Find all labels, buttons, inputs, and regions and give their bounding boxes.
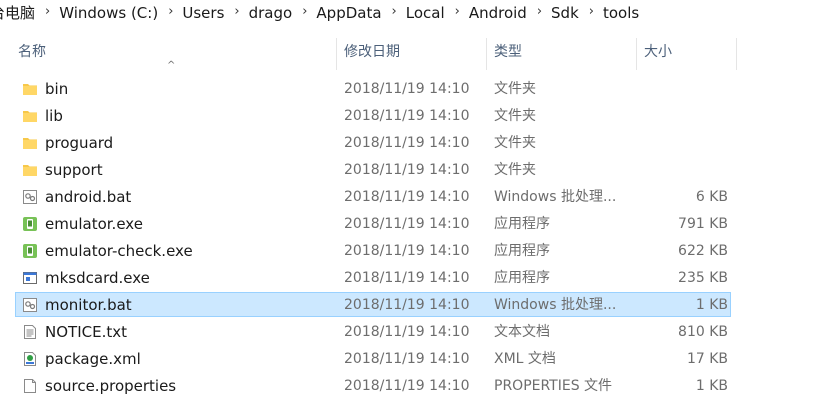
file-date: 2018/11/19 14:10 [344, 378, 470, 394]
chevron-right-icon[interactable]: › [234, 4, 239, 19]
file-date: 2018/11/19 14:10 [344, 162, 470, 178]
file-date: 2018/11/19 14:10 [344, 351, 470, 367]
breadcrumb-android[interactable]: Android [469, 4, 527, 22]
file-date: 2018/11/19 14:10 [344, 81, 470, 97]
text-file-icon [22, 324, 38, 340]
file-type: Windows 批处理... [494, 189, 617, 205]
file-name: proguard [45, 134, 114, 152]
breadcrumb-users[interactable]: Users [182, 4, 224, 22]
file-date: 2018/11/19 14:10 [344, 243, 470, 259]
file-type: 文件夹 [494, 81, 536, 97]
file-size: 6 KB [695, 189, 728, 205]
android-exe-icon [22, 243, 38, 259]
file-name: emulator.exe [45, 215, 143, 233]
batch-file-icon [22, 297, 38, 313]
chevron-right-icon[interactable]: › [589, 4, 594, 19]
file-size: 235 KB [678, 270, 728, 286]
breadcrumb-tools[interactable]: tools [603, 4, 639, 22]
file-type: PROPERTIES 文件 [494, 378, 613, 394]
chevron-right-icon[interactable]: › [455, 4, 460, 19]
file-date: 2018/11/19 14:10 [344, 135, 470, 151]
file-row[interactable]: android.bat 2018/11/19 14:10 Windows 批处理..… [15, 184, 731, 209]
column-header-name[interactable]: 名称 [18, 30, 46, 70]
folder-icon [22, 81, 38, 97]
blank-file-icon [22, 378, 38, 394]
breadcrumb-c-drive[interactable]: Windows (C:) [59, 4, 158, 22]
column-divider[interactable] [736, 38, 737, 70]
chevron-right-icon[interactable]: › [392, 4, 397, 19]
file-name: emulator-check.exe [45, 242, 193, 260]
file-row[interactable]: bin 2018/11/19 14:10 文件夹 [15, 76, 731, 101]
chevron-right-icon[interactable]: › [45, 4, 50, 19]
file-row[interactable]: support 2018/11/19 14:10 文件夹 [15, 157, 731, 182]
chevron-right-icon[interactable]: › [537, 4, 542, 19]
file-type: 文件夹 [494, 135, 536, 151]
android-exe-icon [22, 216, 38, 232]
file-row[interactable]: mksdcard.exe 2018/11/19 14:10 应用程序 235 KB [15, 265, 731, 290]
file-row[interactable]: proguard 2018/11/19 14:10 文件夹 [15, 130, 731, 155]
column-header-type[interactable]: 类型 [494, 30, 522, 70]
file-date: 2018/11/19 14:10 [344, 189, 470, 205]
column-header-size[interactable]: 大小 [644, 30, 672, 70]
file-type: 应用程序 [494, 216, 550, 232]
column-divider[interactable] [336, 38, 337, 70]
file-size: 810 KB [678, 324, 728, 340]
file-size: 622 KB [678, 243, 728, 259]
file-date: 2018/11/19 14:10 [344, 324, 470, 340]
column-header: 名称 ^ 修改日期 类型 大小 [0, 30, 816, 71]
column-header-date[interactable]: 修改日期 [344, 30, 400, 70]
folder-icon [22, 108, 38, 124]
folder-icon [22, 162, 38, 178]
file-row[interactable]: lib 2018/11/19 14:10 文件夹 [15, 103, 731, 128]
column-divider[interactable] [636, 38, 637, 70]
file-type: 文件夹 [494, 162, 536, 178]
file-type: 文本文档 [494, 324, 550, 340]
file-name: package.xml [45, 350, 141, 368]
file-type: 文件夹 [494, 108, 536, 124]
breadcrumb: 台电脑 › Windows (C:) › Users › drago › App… [0, 0, 816, 25]
file-size: 1 KB [695, 378, 728, 394]
file-name: NOTICE.txt [45, 323, 127, 341]
file-row[interactable]: emulator-check.exe 2018/11/19 14:10 应用程序 62… [15, 238, 731, 263]
chevron-right-icon[interactable]: › [302, 4, 307, 19]
xml-file-icon [22, 351, 38, 367]
file-date: 2018/11/19 14:10 [344, 270, 470, 286]
file-name: android.bat [45, 188, 132, 206]
file-size: 791 KB [678, 216, 728, 232]
file-row[interactable]: monitor.bat 2018/11/19 14:10 Windows 批处理..… [15, 292, 731, 317]
file-type: 应用程序 [494, 270, 550, 286]
breadcrumb-this-pc[interactable]: 台电脑 [0, 2, 35, 23]
file-date: 2018/11/19 14:10 [344, 216, 470, 232]
file-name: lib [45, 107, 63, 125]
file-row[interactable]: source.properties 2018/11/19 14:10 PROPERT… [15, 373, 731, 398]
folder-icon [22, 135, 38, 151]
chevron-right-icon[interactable]: › [168, 4, 173, 19]
application-icon [22, 270, 38, 286]
column-divider[interactable] [486, 38, 487, 70]
file-date: 2018/11/19 14:10 [344, 297, 470, 313]
file-name: bin [45, 80, 69, 98]
file-row[interactable]: NOTICE.txt 2018/11/19 14:10 文本文档 810 KB [15, 319, 731, 344]
file-row[interactable]: emulator.exe 2018/11/19 14:10 应用程序 791 KB [15, 211, 731, 236]
file-size: 17 KB [686, 351, 728, 367]
breadcrumb-appdata[interactable]: AppData [316, 4, 381, 22]
file-type: 应用程序 [494, 243, 550, 259]
file-date: 2018/11/19 14:10 [344, 108, 470, 124]
file-name: support [45, 161, 103, 179]
batch-file-icon [22, 189, 38, 205]
breadcrumb-sdk[interactable]: Sdk [551, 4, 579, 22]
file-type: XML 文档 [494, 351, 556, 367]
file-size: 1 KB [695, 297, 728, 313]
file-type: Windows 批处理... [494, 297, 617, 313]
file-row[interactable]: package.xml 2018/11/19 14:10 XML 文档 17 KB [15, 346, 731, 371]
file-name: monitor.bat [45, 296, 132, 314]
breadcrumb-local[interactable]: Local [406, 4, 445, 22]
file-name: source.properties [45, 377, 177, 395]
file-name: mksdcard.exe [45, 269, 150, 287]
sort-ascending-icon: ^ [167, 60, 176, 71]
breadcrumb-drago[interactable]: drago [249, 4, 293, 22]
